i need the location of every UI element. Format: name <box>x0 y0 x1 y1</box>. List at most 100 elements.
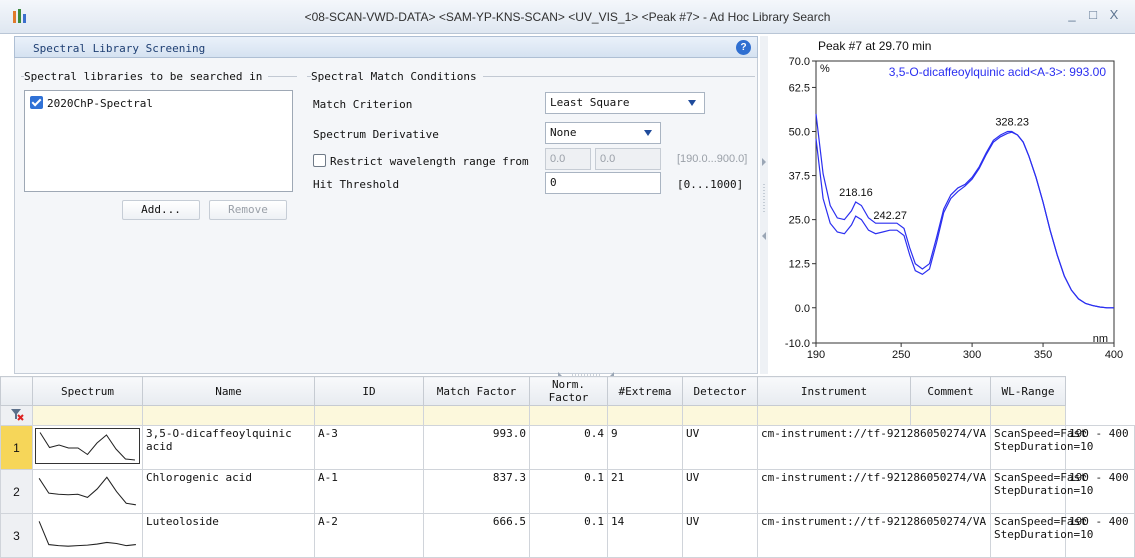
maximize-icon[interactable]: □ <box>1085 7 1101 23</box>
column-header-spectrum[interactable]: Spectrum <box>32 376 143 406</box>
spectrum-thumbnail <box>35 428 140 464</box>
hit-threshold-label: Hit Threshold <box>313 178 400 191</box>
peak-label: 242.27 <box>873 210 907 222</box>
match-factor-cell: 837.3 <box>423 469 530 514</box>
restrict-range-checkbox[interactable] <box>313 154 326 167</box>
filter-cell[interactable] <box>757 405 911 426</box>
y-tick-label: 62.5 <box>789 82 810 94</box>
comment-cell: ScanSpeed=Fast StepDuration=10 <box>990 513 1093 558</box>
filter-row-header[interactable] <box>0 405 33 426</box>
peak-label: 328.23 <box>995 117 1029 129</box>
extrema-cell: 9 <box>607 425 683 470</box>
column-header-match-factor[interactable]: Match Factor <box>423 376 530 406</box>
add-library-button[interactable]: Add... <box>122 200 200 220</box>
detector-cell: UV <box>682 425 758 470</box>
restrict-range-label: Restrict wavelength range from <box>330 155 529 168</box>
filter-cell[interactable] <box>682 405 758 426</box>
norm-factor-cell: 0.1 <box>529 513 608 558</box>
range-from-input[interactable]: 0.0 <box>545 148 591 170</box>
column-header-id[interactable]: ID <box>314 376 424 406</box>
library-list[interactable]: 2020ChP-Spectral <box>24 90 293 192</box>
chart-series <box>815 113 1114 309</box>
name-cell: Luteoloside <box>142 513 315 558</box>
extrema-cell: 14 <box>607 513 683 558</box>
remove-library-button[interactable]: Remove <box>209 200 287 220</box>
row-number[interactable]: 2 <box>0 469 33 514</box>
x-tick-label: 350 <box>1034 349 1052 361</box>
y-tick-label: 25.0 <box>789 215 810 227</box>
spectrum-cell <box>32 425 143 470</box>
vertical-splitter[interactable] <box>760 36 768 374</box>
column-header-instrument[interactable]: Instrument <box>757 376 911 406</box>
filter-cell[interactable] <box>423 405 530 426</box>
row-number-header <box>0 376 33 406</box>
table-row[interactable]: 1 3,5-O-dicaffeoylquinic acid A-3 993.0 … <box>0 425 1135 470</box>
norm-factor-cell: 0.4 <box>529 425 608 470</box>
help-icon[interactable]: ? <box>736 40 751 55</box>
id-cell: A-1 <box>314 469 424 514</box>
thumbnail-line <box>38 476 136 506</box>
horizontal-splitter[interactable] <box>0 368 1135 376</box>
detector-cell: UV <box>682 513 758 558</box>
thumbnail-line <box>39 432 136 461</box>
filter-cell[interactable] <box>32 405 143 426</box>
derivative-select[interactable]: None <box>545 122 661 144</box>
library-item[interactable]: 2020ChP-Spectral <box>30 96 153 110</box>
derivative-value: None <box>550 126 577 139</box>
match-criterion-select[interactable]: Least Square <box>545 92 705 114</box>
column-header-extrema[interactable]: #Extrema <box>607 376 683 406</box>
spectrum-thumbnail <box>35 472 140 508</box>
column-header-norm-factor[interactable]: Norm. Factor <box>529 376 608 406</box>
column-header-detector[interactable]: Detector <box>682 376 758 406</box>
filter-clear-icon[interactable] <box>10 407 24 421</box>
range-hint: [190.0...900.0] <box>677 153 748 165</box>
library-item-label: 2020ChP-Spectral <box>47 97 153 110</box>
chart-annotation: 3,5-O-dicaffeoylquinic acid<A-3>: 993.00 <box>889 65 1107 79</box>
spectrum-thumbnail <box>35 516 140 552</box>
row-number[interactable]: 1 <box>0 425 33 470</box>
instrument-cell: cm-instrument://tf-921286050274/VA <box>757 513 991 558</box>
y-tick-label: 70.0 <box>789 56 810 68</box>
spectrum-cell <box>32 469 143 514</box>
minimize-icon[interactable]: _ <box>1064 7 1080 23</box>
table-row[interactable]: 2 Chlorogenic acid A-1 837.3 0.1 21 UV c… <box>0 469 1135 514</box>
filter-cell[interactable] <box>990 405 1066 426</box>
window-title: <08-SCAN-VWD-DATA> <SAM-YP-KNS-SCAN> <UV… <box>304 10 831 24</box>
close-icon[interactable]: X <box>1106 7 1122 23</box>
comment-cell: ScanSpeed=Fast StepDuration=10 <box>990 425 1093 470</box>
table-row[interactable]: 3 Luteoloside A-2 666.5 0.1 14 UV cm-ins… <box>0 513 1135 558</box>
id-cell: A-2 <box>314 513 424 558</box>
library-checkbox[interactable] <box>30 96 43 109</box>
chevron-down-icon <box>644 130 652 136</box>
column-header-name[interactable]: Name <box>142 376 315 406</box>
y-tick-label: 12.5 <box>789 259 810 271</box>
table-header-row: Spectrum Name ID Match Factor Norm. Fact… <box>0 376 1135 406</box>
name-cell: 3,5-O-dicaffeoylquinic acid <box>142 425 315 470</box>
column-header-comment[interactable]: Comment <box>910 376 991 406</box>
libraries-legend: Spectral libraries to be searched in <box>24 70 269 83</box>
restrict-range-option[interactable]: Restrict wavelength range from <box>313 154 529 168</box>
match-factor-cell: 666.5 <box>423 513 530 558</box>
hit-threshold-input[interactable]: 0 <box>545 172 661 194</box>
column-header-wl-range[interactable]: WL-Range <box>990 376 1066 406</box>
range-to-input[interactable]: 0.0 <box>595 148 661 170</box>
filter-cell[interactable] <box>529 405 608 426</box>
screening-panel-header: Spectral Library Screening ? <box>14 36 758 58</box>
filter-cell[interactable] <box>142 405 315 426</box>
x-tick-label: 250 <box>892 349 910 361</box>
conditions-legend: Spectral Match Conditions <box>311 70 483 83</box>
spectrum-line <box>815 131 1114 309</box>
match-factor-cell: 993.0 <box>423 425 530 470</box>
filter-cell[interactable] <box>910 405 991 426</box>
filter-row <box>0 405 1135 426</box>
filter-cell[interactable] <box>607 405 683 426</box>
x-tick-label: 400 <box>1105 349 1123 361</box>
row-number[interactable]: 3 <box>0 513 33 558</box>
chart-axes: -10.00.012.525.037.550.062.570.0190 250 30… <box>785 56 1123 361</box>
screening-panel: Spectral libraries to be searched in 202… <box>14 58 758 374</box>
x-tick-label: 300 <box>963 349 981 361</box>
instrument-cell: cm-instrument://tf-921286050274/VA <box>757 425 991 470</box>
y-unit-label: % <box>820 63 830 75</box>
y-tick-label: 50.0 <box>789 127 810 139</box>
filter-cell[interactable] <box>314 405 424 426</box>
